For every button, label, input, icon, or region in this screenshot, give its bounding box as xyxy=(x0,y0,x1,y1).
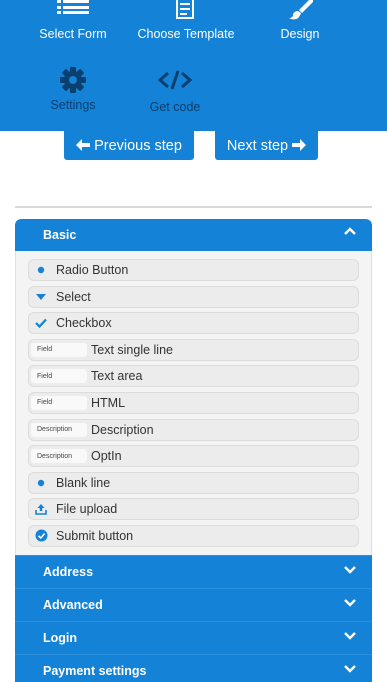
divider xyxy=(15,206,372,208)
list-icon xyxy=(57,0,89,14)
section-header-login[interactable]: Login xyxy=(15,620,372,654)
field-tag: Field xyxy=(31,342,87,357)
field-text-single-line[interactable]: Field Text single line xyxy=(28,338,359,361)
field-palette-panel: Basic Radio Button Select Checkbox Field… xyxy=(15,219,372,682)
section-title: Advanced xyxy=(43,597,103,612)
field-checkbox[interactable]: Checkbox xyxy=(28,312,359,335)
top-navigation-bar: Select Form Choose Template Design Setti… xyxy=(0,0,387,131)
next-step-label: Next step xyxy=(226,137,289,154)
field-select[interactable]: Select xyxy=(28,285,359,308)
dot-icon xyxy=(30,473,52,493)
section-header-address[interactable]: Address xyxy=(15,554,372,588)
upload-icon xyxy=(30,499,52,519)
section-title: Address xyxy=(43,564,94,579)
field-label: File upload xyxy=(56,502,118,517)
field-label: Checkbox xyxy=(56,316,112,331)
nav-label: Choose Template xyxy=(137,27,235,41)
check-icon xyxy=(30,313,52,333)
field-radio-button[interactable]: Radio Button xyxy=(28,259,359,281)
chevron-down-icon xyxy=(344,631,356,640)
field-blank-line[interactable]: Blank line xyxy=(28,471,359,494)
field-label: Select xyxy=(56,289,91,304)
field-text-area[interactable]: Field Text area xyxy=(28,365,359,388)
field-tag: Field xyxy=(31,395,87,410)
chevron-down-icon xyxy=(344,565,356,574)
basic-field-list: Radio Button Select Checkbox Field Text … xyxy=(15,251,372,555)
section-header-payment-settings[interactable]: Payment settings xyxy=(15,653,372,682)
chevron-up-icon xyxy=(344,227,356,235)
arrow-left-icon xyxy=(76,138,91,154)
field-label: Radio Button xyxy=(56,263,129,277)
next-step-button[interactable]: Next step xyxy=(215,131,318,160)
field-label: Text single line xyxy=(91,342,173,357)
nav-get-code[interactable]: Get code xyxy=(140,70,210,114)
section-title: Payment settings xyxy=(43,663,147,678)
nav-settings[interactable]: Settings xyxy=(42,66,104,112)
previous-step-label: Previous step xyxy=(94,137,182,154)
section-header-basic[interactable]: Basic xyxy=(15,219,372,251)
nav-select-form[interactable]: Select Form xyxy=(33,0,113,41)
field-submit-button[interactable]: Submit button xyxy=(28,524,359,547)
field-html[interactable]: Field HTML xyxy=(28,391,359,414)
section-title: Basic xyxy=(43,228,77,242)
caret-down-icon xyxy=(30,287,52,307)
field-description[interactable]: Description Description xyxy=(28,418,359,441)
field-label: HTML xyxy=(91,395,126,410)
nav-label: Get code xyxy=(149,100,201,114)
dot-icon xyxy=(30,260,52,280)
field-tag: Description xyxy=(31,449,87,464)
arrow-right-icon xyxy=(292,138,307,154)
field-label: Blank line xyxy=(56,475,111,490)
previous-step-button[interactable]: Previous step xyxy=(64,131,194,160)
nav-design[interactable]: Design xyxy=(265,0,335,41)
chevron-down-icon xyxy=(344,664,356,673)
field-file-upload[interactable]: File upload xyxy=(28,498,359,521)
section-title: Login xyxy=(43,630,78,645)
field-label: Submit button xyxy=(56,528,134,543)
paintbrush-icon xyxy=(289,0,313,20)
code-icon xyxy=(158,70,192,90)
document-icon xyxy=(176,0,194,19)
section-header-advanced[interactable]: Advanced xyxy=(15,587,372,621)
nav-label: Design xyxy=(280,27,320,41)
check-circle-icon xyxy=(30,526,52,546)
nav-label: Select Form xyxy=(39,27,107,41)
nav-choose-template[interactable]: Choose Template xyxy=(130,0,242,41)
nav-label: Settings xyxy=(50,98,96,112)
field-tag: Description xyxy=(31,422,87,437)
gear-icon xyxy=(60,67,86,93)
field-label: Text area xyxy=(91,369,143,384)
chevron-down-icon xyxy=(344,598,356,607)
field-tag: Field xyxy=(31,369,87,384)
field-optin[interactable]: Description OptIn xyxy=(28,445,359,468)
field-label: OptIn xyxy=(91,449,122,464)
field-label: Description xyxy=(91,422,154,437)
